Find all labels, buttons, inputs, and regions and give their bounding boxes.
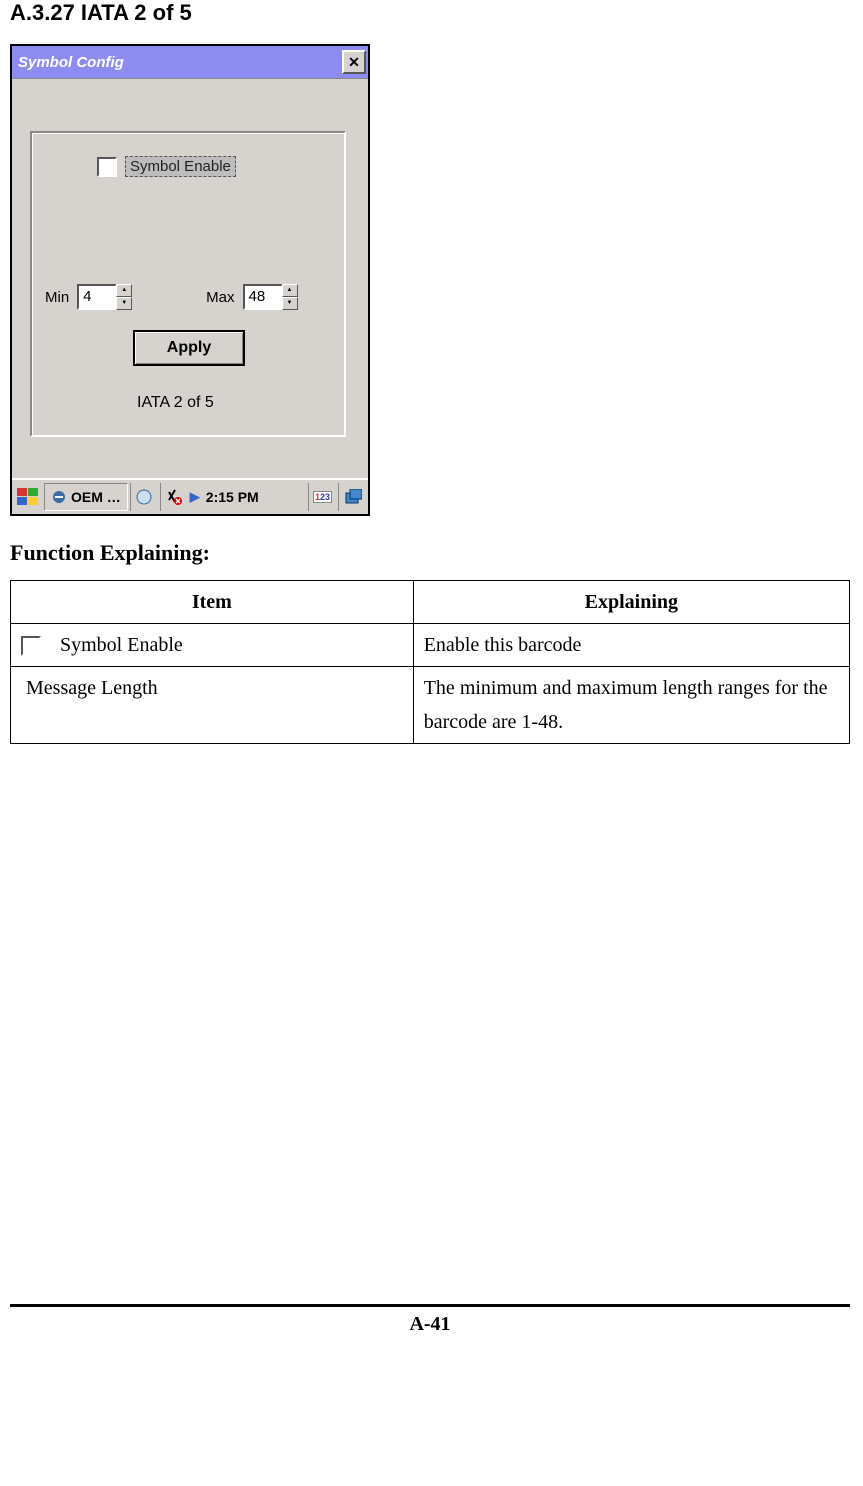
table-item-explaining: Enable this barcode: [413, 624, 849, 667]
apply-button[interactable]: Apply: [133, 330, 245, 366]
symbol-enable-checkbox[interactable]: [97, 157, 117, 177]
desktop-button[interactable]: [338, 483, 366, 511]
taskbar-app-label: OEM …: [71, 489, 121, 505]
min-label: Min: [45, 289, 69, 306]
max-up-button[interactable]: ▲: [282, 284, 298, 297]
max-down-button[interactable]: ▼: [282, 297, 298, 310]
plug-x-icon: [165, 488, 183, 506]
tray-icon-2[interactable]: [160, 483, 188, 511]
page-number: A-41: [10, 1304, 850, 1336]
tray-icon-3[interactable]: 123: [308, 483, 336, 511]
min-up-button[interactable]: ▲: [116, 284, 132, 297]
barcode-name-label: IATA 2 of 5: [137, 394, 214, 412]
app-icon: [51, 489, 67, 505]
dialog-title: Symbol Config: [18, 54, 124, 71]
table-header-item: Item: [11, 581, 414, 624]
table-row: Symbol Enable Enable this barcode: [11, 624, 850, 667]
tray-icon-1[interactable]: [130, 483, 158, 511]
desktop-icon: [344, 489, 362, 505]
min-spinner[interactable]: 4 ▲ ▼: [77, 284, 132, 310]
start-button[interactable]: [14, 483, 42, 511]
close-button[interactable]: ✕: [342, 50, 366, 74]
explaining-table: Item Explaining Symbol Enable Enable thi…: [10, 580, 850, 744]
section-heading: A.3.27 IATA 2 of 5: [10, 0, 853, 26]
dialog-window: Symbol Config ✕ Symbol Enable Min 4 ▲ ▼: [10, 44, 370, 516]
min-input[interactable]: 4: [77, 284, 117, 310]
max-label: Max: [206, 289, 234, 306]
max-input[interactable]: 48: [243, 284, 283, 310]
table-row: Message Length The minimum and maximum l…: [11, 667, 850, 744]
table-item-label: Symbol Enable: [60, 634, 183, 656]
table-item-explaining: The minimum and maximum length ranges fo…: [413, 667, 849, 744]
table-header-explaining: Explaining: [413, 581, 849, 624]
checkbox-icon: [21, 636, 41, 656]
symbol-enable-label: Symbol Enable: [125, 156, 236, 177]
taskbar: OEM … ▶ 2:15 PM 123: [12, 478, 368, 514]
min-down-button[interactable]: ▼: [116, 297, 132, 310]
taskbar-app-button[interactable]: OEM …: [44, 483, 128, 511]
calendar-icon: 123: [313, 491, 332, 503]
function-explaining-heading: Function Explaining:: [10, 540, 853, 566]
max-spinner[interactable]: 48 ▲ ▼: [243, 284, 298, 310]
taskbar-indicator-arrow: ▶: [190, 489, 200, 505]
windows-flag-icon: [17, 488, 39, 506]
table-item-label: Message Length: [26, 677, 158, 699]
globe-icon: [135, 488, 153, 506]
taskbar-time: 2:15 PM: [202, 489, 263, 505]
titlebar: Symbol Config ✕: [12, 46, 368, 78]
